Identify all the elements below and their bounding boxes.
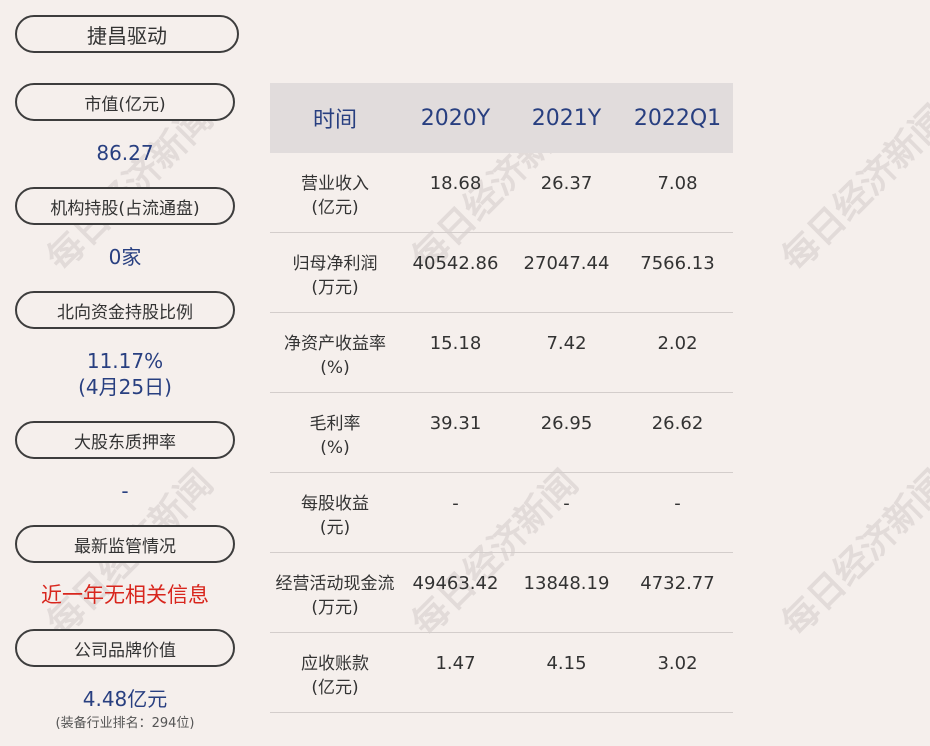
pledge-ratio-value: -: [121, 479, 129, 503]
pledge-ratio-label: 大股东质押率: [15, 421, 235, 459]
row-label-unit: (亿元): [311, 678, 359, 698]
row-label-unit: (%): [320, 438, 350, 458]
market-cap-value: 86.27: [96, 141, 154, 165]
brand-value-rank-note: (装备行业排名：294位): [55, 716, 195, 731]
institutional-holding-label: 机构持股(占流通盘): [15, 187, 235, 225]
table-cell: 40542.86: [412, 253, 499, 274]
row-label-unit: (元): [319, 518, 351, 538]
table-cell: 26.95: [540, 413, 593, 434]
watermark: 每日经济新闻: [774, 97, 930, 280]
table-row: 每股收益 (元) - - -: [270, 473, 733, 553]
northbound-ratio-date: (4月25日): [78, 375, 172, 399]
row-label: 经营活动现金流 (万元): [270, 553, 400, 632]
table-row: 经营活动现金流 (万元) 49463.42 13848.19 4732.77: [270, 553, 733, 633]
table-cell: 27047.44: [523, 253, 610, 274]
regulatory-status-label: 最新监管情况: [15, 525, 235, 563]
institutional-holding-value: 0家: [108, 245, 142, 269]
financial-table: 时间 2020Y 2021Y 2022Q1 营业收入 (亿元) 18.68 26…: [270, 83, 733, 713]
table-row: 营业收入 (亿元) 18.68 26.37 7.08: [270, 153, 733, 233]
row-label: 净资产收益率 (%): [270, 313, 400, 392]
row-label-name: 营业收入: [301, 174, 369, 194]
watermark: 每日经济新闻: [774, 462, 930, 645]
northbound-ratio-value: 11.17%: [86, 349, 164, 373]
row-label-unit: (亿元): [311, 198, 359, 218]
header-2022q1: 2022Q1: [633, 105, 722, 131]
table-row: 归母净利润 (万元) 40542.86 27047.44 7566.13: [270, 233, 733, 313]
table-cell: 7.08: [657, 173, 698, 194]
northbound-ratio-label: 北向资金持股比例: [15, 291, 235, 329]
table-cell: 49463.42: [412, 573, 499, 594]
row-label-name: 归母净利润: [292, 254, 378, 274]
row-label-unit: (万元): [311, 278, 359, 298]
table-row: 净资产收益率 (%) 15.18 7.42 2.02: [270, 313, 733, 393]
table-cell: 1.47: [435, 653, 476, 674]
table-cell: -: [563, 493, 570, 514]
brand-value-value: 4.48亿元: [82, 687, 168, 711]
row-label-name: 每股收益: [301, 494, 369, 514]
row-label-name: 经营活动现金流: [275, 574, 395, 594]
market-cap-label: 市值(亿元): [15, 83, 235, 121]
table-cell: 4.15: [546, 653, 587, 674]
table-cell: 2.02: [657, 333, 698, 354]
row-label-name: 应收账款: [301, 654, 369, 674]
table-cell: 3.02: [657, 653, 698, 674]
table-row: 应收账款 (亿元) 1.47 4.15 3.02: [270, 633, 733, 713]
table-cell: -: [674, 493, 681, 514]
table-cell: 26.62: [651, 413, 704, 434]
row-label: 应收账款 (亿元): [270, 633, 400, 712]
regulatory-status-value: 近一年无相关信息: [41, 583, 209, 607]
brand-value-label: 公司品牌价值: [15, 629, 235, 667]
table-cell: 18.68: [429, 173, 482, 194]
table-cell: 13848.19: [523, 573, 610, 594]
table-header: 时间 2020Y 2021Y 2022Q1: [270, 83, 733, 153]
row-label-name: 毛利率: [309, 414, 361, 434]
header-2020y: 2020Y: [420, 105, 491, 131]
table-row: 毛利率 (%) 39.31 26.95 26.62: [270, 393, 733, 473]
row-label-unit: (万元): [311, 598, 359, 618]
row-label-unit: (%): [320, 358, 350, 378]
row-label: 每股收益 (元): [270, 473, 400, 552]
row-label-name: 净资产收益率: [284, 334, 386, 354]
header-period: 时间: [312, 108, 357, 133]
table-cell: 26.37: [540, 173, 593, 194]
table-cell: 7566.13: [640, 253, 715, 274]
row-label: 营业收入 (亿元): [270, 153, 400, 232]
row-label: 毛利率 (%): [270, 393, 400, 472]
table-cell: 15.18: [429, 333, 482, 354]
header-2021y: 2021Y: [531, 105, 602, 131]
row-label: 归母净利润 (万元): [270, 233, 400, 312]
table-cell: 39.31: [429, 413, 482, 434]
table-cell: -: [452, 493, 459, 514]
company-name-pill: 捷昌驱动: [15, 15, 239, 53]
table-cell: 7.42: [546, 333, 587, 354]
table-cell: 4732.77: [640, 573, 715, 594]
